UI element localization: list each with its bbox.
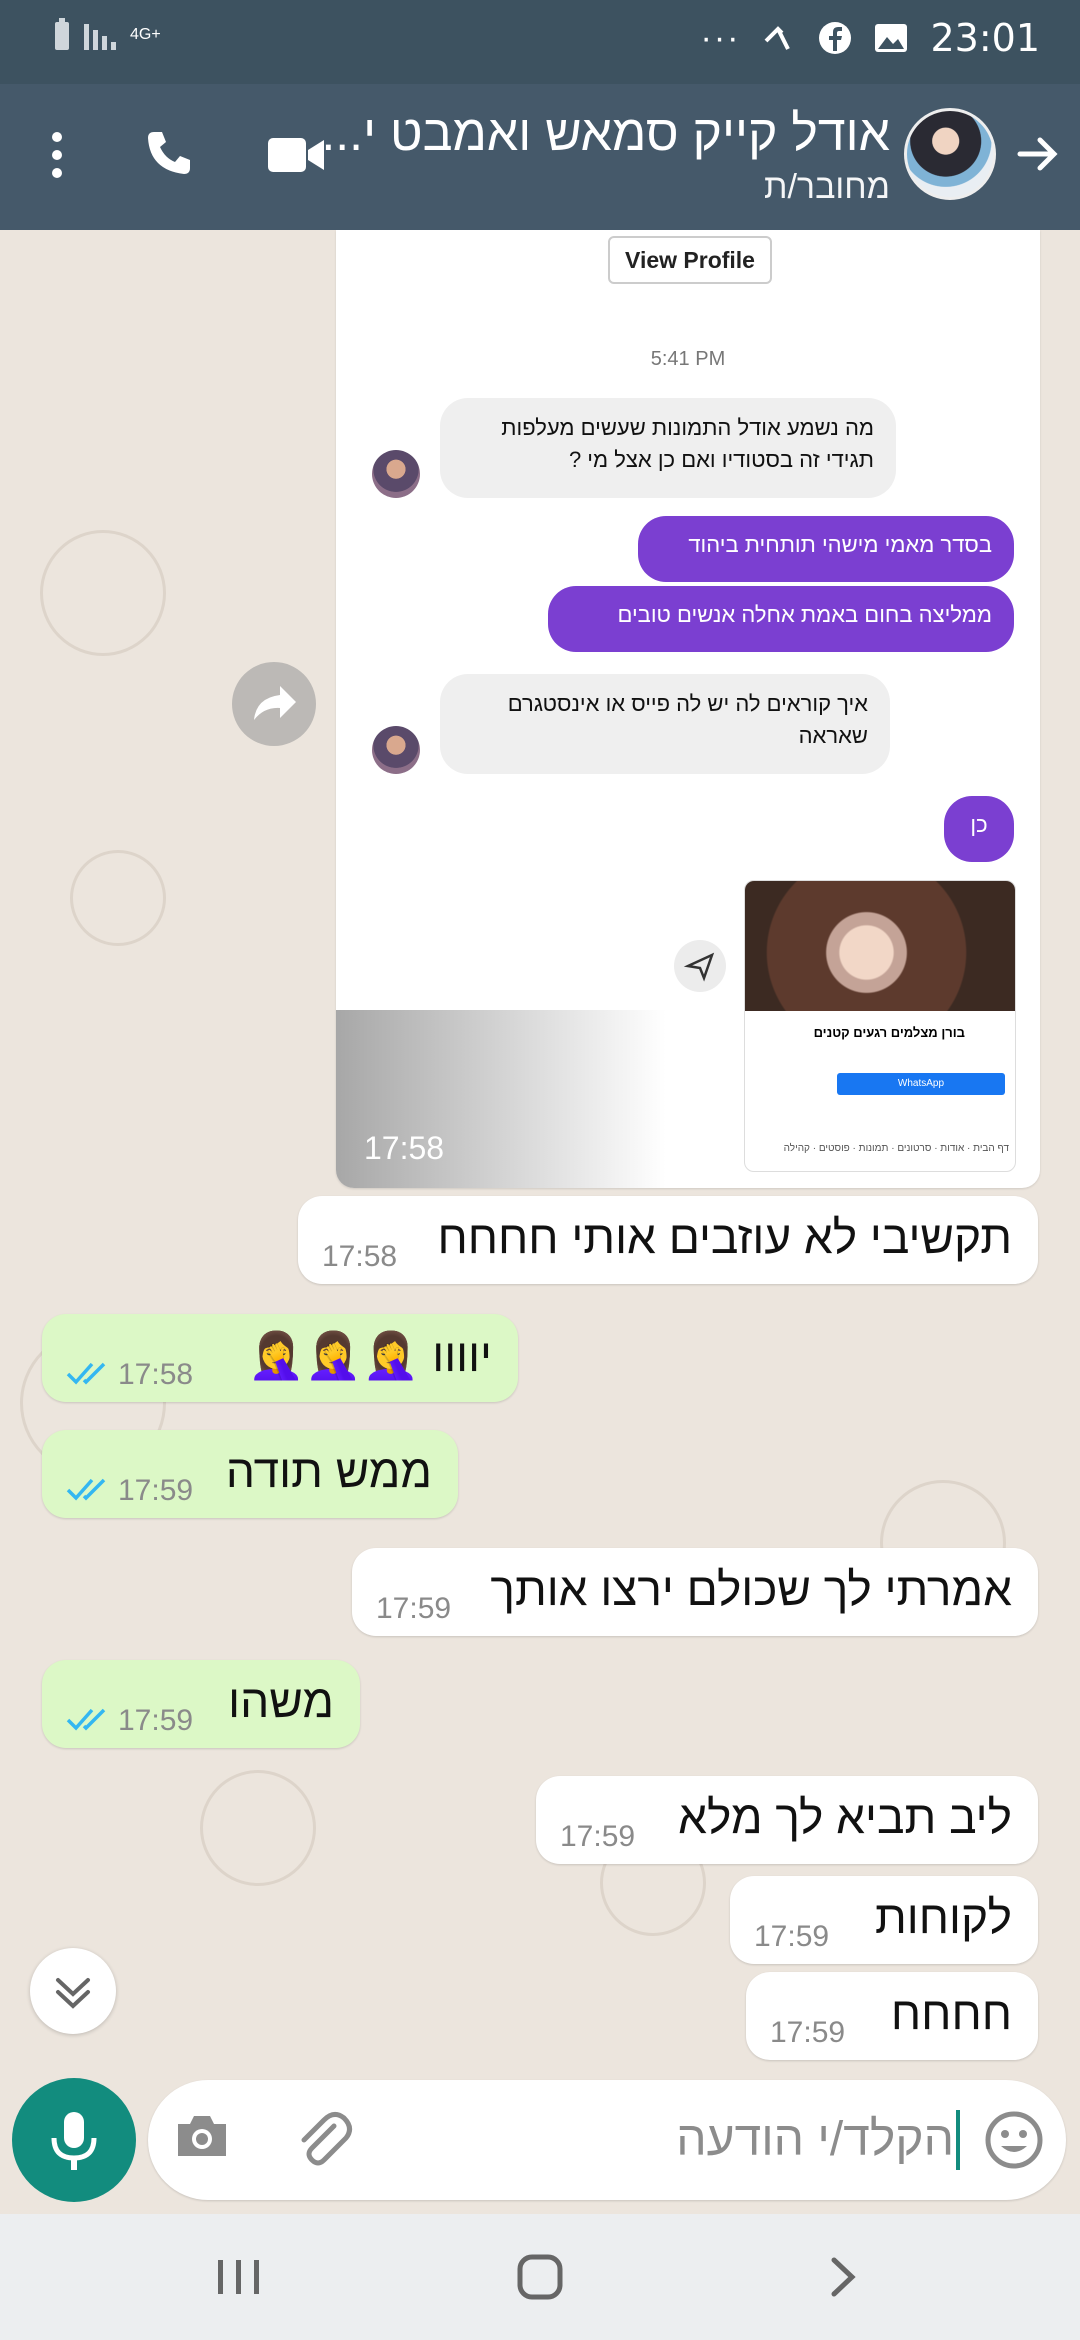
cover-photo (745, 881, 1015, 1011)
message-text: תקשיבי לא עוזבים אותי חחחח (437, 1211, 1012, 1263)
text-cursor (956, 2110, 960, 2170)
message-text: יוווו 🤦‍♀️🤦‍♀️🤦‍♀️ (247, 1329, 492, 1381)
chat-area[interactable]: View Profile 5:41 PM מה נשמע אודל התמונו… (0, 230, 1080, 2080)
sender-mini-avatar (372, 726, 420, 774)
message-time: 17:59 (560, 1820, 636, 1853)
home-icon[interactable] (516, 2254, 566, 2300)
voice-record-button[interactable] (12, 2078, 136, 2202)
message-text: אמרתי לך שכולם ירצו אותך (490, 1563, 1012, 1615)
message-in[interactable]: תקשיבי לא עוזבים אותי חחחח 17:58 (298, 1196, 1038, 1284)
voice-call-icon[interactable] (144, 128, 194, 178)
screenshot-message-out: כן (944, 796, 1014, 862)
facebook-icon (819, 22, 852, 54)
wallpaper-doodle (200, 1770, 316, 1886)
camera-icon[interactable] (174, 2112, 230, 2160)
read-ticks-icon (66, 1478, 106, 1501)
message-time: 17:59 (770, 2016, 846, 2049)
attach-icon[interactable] (294, 2108, 354, 2168)
wallpaper-doodle (70, 850, 166, 946)
read-ticks-icon (66, 1362, 106, 1385)
back-arrow-icon[interactable] (1014, 130, 1062, 178)
fb-page-name: בורן מצלמים רגעים קטנים (813, 1025, 965, 1040)
message-time: 17:58 (364, 1130, 445, 1166)
mic-icon (51, 2112, 97, 2170)
message-out[interactable]: יוווו 🤦‍♀️🤦‍♀️🤦‍♀️ 17:58 (42, 1314, 518, 1402)
message-time: 17:59 (118, 1474, 194, 1507)
double-chevron-down-icon (56, 1978, 90, 2009)
screenshot-message-in: מה נשמע אודל התמונות שעשים מעלפות תגידי … (440, 398, 896, 498)
system-nav-bar (0, 2214, 1080, 2340)
message-input[interactable]: הקלד/י הודעה (676, 2112, 954, 2167)
image-message[interactable]: View Profile 5:41 PM מה נשמע אודל התמונו… (336, 230, 1040, 1188)
contact-status: מחובר/ת (763, 168, 890, 206)
message-text: ליב תביא לך מלא (678, 1791, 1012, 1843)
network-type: 4G+ (130, 26, 161, 43)
contact-avatar[interactable] (904, 108, 996, 200)
message-time: 17:59 (754, 1920, 830, 1953)
emoji-icon[interactable] (984, 2110, 1044, 2170)
screenshot-message-out: בסדר מאמי מישהי תותחית ביהוד (638, 516, 1014, 582)
message-time: 17:59 (376, 1592, 452, 1625)
send-icon (674, 940, 726, 992)
status-time: 23:01 (930, 16, 1040, 60)
message-composer[interactable]: הקלד/י הודעה (148, 2080, 1066, 2200)
message-in[interactable]: ליב תביא לך מלא 17:59 (536, 1776, 1038, 1864)
phone-missed-icon (765, 26, 791, 50)
overflow-dots-icon: ··· (700, 18, 741, 57)
fb-tabs: דף הבית · אודות · סרטונים · תמונות · פוס… (783, 1143, 1009, 1154)
message-time: 17:58 (322, 1240, 398, 1273)
facebook-page-preview: בורן מצלמים רגעים קטנים WhatsApp דף הבית… (744, 880, 1016, 1172)
sender-mini-avatar (372, 450, 420, 498)
status-bar: 4G+ ··· 23:01 (0, 0, 1080, 84)
contact-name[interactable]: אודל קייק סמאש ואמבט י... (321, 104, 890, 162)
fb-whatsapp-button: WhatsApp (837, 1073, 1005, 1095)
message-text: משהו (228, 1675, 334, 1727)
view-profile-button: View Profile (608, 236, 772, 284)
more-vert-icon[interactable] (50, 130, 64, 180)
message-text: לקוחות (874, 1891, 1012, 1943)
back-icon[interactable] (826, 2254, 862, 2300)
gallery-icon (875, 24, 908, 52)
forward-icon (254, 686, 296, 720)
battery-icon (55, 18, 69, 50)
forward-button[interactable] (232, 662, 316, 746)
message-time: 17:58 (118, 1358, 194, 1391)
message-in[interactable]: אמרתי לך שכולם ירצו אותך 17:59 (352, 1548, 1038, 1636)
message-in[interactable]: חחחח 17:59 (746, 1972, 1038, 2060)
chat-header: אודל קייק סמאש ואמבט י... מחובר/ת (0, 84, 1080, 230)
message-out[interactable]: ממש תודה 17:59 (42, 1430, 458, 1518)
wallpaper-doodle (40, 530, 166, 656)
screenshot-message-out: ממליצה בחום באמת אחלה אנשים טובים (548, 586, 1014, 652)
message-time: 17:59 (118, 1704, 194, 1737)
signal-icon (84, 24, 116, 50)
scroll-to-bottom-button[interactable] (30, 1948, 116, 2034)
video-call-icon[interactable] (268, 136, 324, 174)
message-out[interactable]: משהו 17:59 (42, 1660, 360, 1748)
screenshot-message-in: איך קוראים לה יש לה פייס או אינסטגרם שאר… (440, 674, 890, 774)
message-text: ממש תודה (225, 1445, 432, 1497)
read-ticks-icon (66, 1708, 106, 1731)
screenshot-timestamp: 5:41 PM (650, 348, 726, 370)
message-text: חחחח (890, 1987, 1012, 2039)
message-in[interactable]: לקוחות 17:59 (730, 1876, 1038, 1964)
recent-apps-icon[interactable] (214, 2254, 264, 2300)
